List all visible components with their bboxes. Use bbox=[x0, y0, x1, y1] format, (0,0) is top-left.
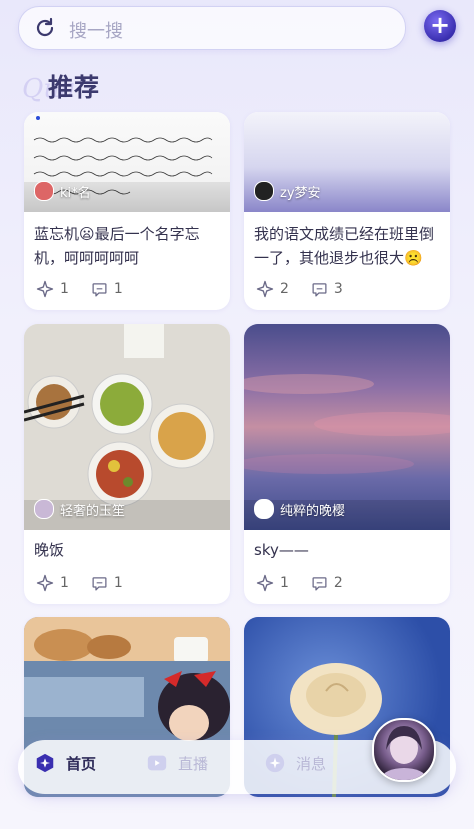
post-author[interactable]: zy梦安 bbox=[254, 180, 321, 202]
post-image[interactable]: zy梦安 bbox=[244, 112, 450, 212]
author-name: ki*名 bbox=[60, 185, 91, 201]
post-stats: 1 2 bbox=[256, 574, 365, 592]
comment-button[interactable]: 3 bbox=[311, 281, 343, 298]
avatar-illustration bbox=[382, 726, 426, 780]
like-count: 1 bbox=[60, 575, 69, 591]
post-card[interactable]: 轻奢的玉笙 晚饭 1 1 bbox=[24, 324, 230, 604]
post-stats: 1 1 bbox=[36, 574, 145, 592]
post-title[interactable]: 晚饭 bbox=[34, 538, 224, 562]
author-name: 纯粹的晚樱 bbox=[280, 503, 346, 519]
comment-count: 3 bbox=[333, 281, 343, 297]
home-icon bbox=[36, 753, 54, 773]
post-card[interactable]: zy梦安 我的语文成绩已经在班里倒一了，其他退步也很大☹️ 2 3 bbox=[244, 112, 450, 310]
section-title: 推荐 bbox=[48, 73, 101, 102]
post-title[interactable]: 蓝忘机😦最后一个名字忘机，呵呵呵呵呵 bbox=[34, 222, 224, 270]
star-icon bbox=[256, 280, 274, 298]
avatar[interactable] bbox=[254, 181, 274, 201]
post-card[interactable]: 纯粹的晚樱 sky—— 1 2 bbox=[244, 324, 450, 604]
post-stats: 2 3 bbox=[256, 280, 365, 298]
post-image[interactable]: 纯粹的晚樱 bbox=[244, 324, 450, 530]
author-name: 轻奢的玉笙 bbox=[60, 503, 126, 519]
like-button[interactable]: 1 bbox=[36, 280, 69, 298]
post-card[interactable]: ki*名 蓝忘机😦最后一个名字忘机，呵呵呵呵呵 1 1 bbox=[24, 112, 230, 310]
avatar[interactable] bbox=[254, 499, 274, 519]
comment-icon bbox=[312, 282, 327, 297]
live-icon bbox=[147, 755, 167, 771]
comment-count: 1 bbox=[113, 575, 123, 591]
avatar[interactable] bbox=[34, 181, 54, 201]
avatar[interactable] bbox=[34, 499, 54, 519]
comment-count: 1 bbox=[113, 281, 123, 297]
like-button[interactable]: 2 bbox=[256, 280, 289, 298]
star-icon bbox=[36, 574, 54, 592]
comment-icon bbox=[92, 282, 107, 297]
like-count: 2 bbox=[280, 281, 289, 297]
post-image[interactable]: 轻奢的玉笙 bbox=[24, 324, 230, 530]
post-title[interactable]: 我的语文成绩已经在班里倒一了，其他退步也很大☹️ bbox=[254, 222, 444, 270]
comment-button[interactable]: 1 bbox=[91, 575, 123, 592]
refresh-icon[interactable] bbox=[33, 16, 57, 40]
post-title[interactable]: sky—— bbox=[254, 538, 444, 562]
star-icon bbox=[36, 280, 54, 298]
tab-messages-label: 消息 bbox=[296, 754, 327, 773]
comment-icon bbox=[312, 576, 327, 591]
like-button[interactable]: 1 bbox=[256, 574, 289, 592]
post-image[interactable]: ki*名 bbox=[24, 112, 230, 212]
comment-button[interactable]: 2 bbox=[311, 575, 343, 592]
comment-count: 2 bbox=[333, 575, 343, 591]
top-bar: 搜一搜 + bbox=[0, 0, 474, 60]
like-count: 1 bbox=[280, 575, 289, 591]
comment-button[interactable]: 1 bbox=[91, 281, 123, 298]
tab-live-label: 直播 bbox=[178, 754, 209, 773]
tab-live[interactable]: 直播 bbox=[146, 752, 208, 774]
message-icon bbox=[265, 753, 285, 773]
tab-home[interactable]: 首页 bbox=[34, 752, 96, 774]
create-post-button[interactable]: + bbox=[424, 10, 456, 42]
post-author[interactable]: 纯粹的晚樱 bbox=[254, 498, 345, 520]
post-stats: 1 1 bbox=[36, 280, 145, 298]
plus-icon: + bbox=[429, 11, 451, 39]
tab-home-label: 首页 bbox=[66, 754, 97, 773]
like-count: 1 bbox=[60, 281, 69, 297]
profile-avatar[interactable] bbox=[372, 718, 436, 782]
star-icon bbox=[256, 574, 274, 592]
like-button[interactable]: 1 bbox=[36, 574, 69, 592]
comment-icon bbox=[92, 576, 107, 591]
post-author[interactable]: 轻奢的玉笙 bbox=[34, 498, 125, 520]
search-placeholder: 搜一搜 bbox=[69, 21, 123, 42]
post-author[interactable]: ki*名 bbox=[34, 180, 91, 202]
search-bar[interactable]: 搜一搜 bbox=[18, 6, 406, 50]
author-name: zy梦安 bbox=[280, 185, 321, 201]
tab-messages[interactable]: 消息 bbox=[264, 752, 326, 774]
